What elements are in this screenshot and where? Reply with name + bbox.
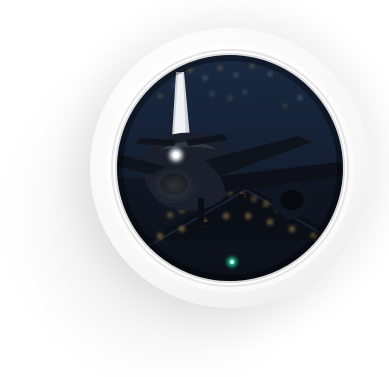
airplane-icon <box>10 13 385 370</box>
airplane-badge <box>0 0 389 377</box>
